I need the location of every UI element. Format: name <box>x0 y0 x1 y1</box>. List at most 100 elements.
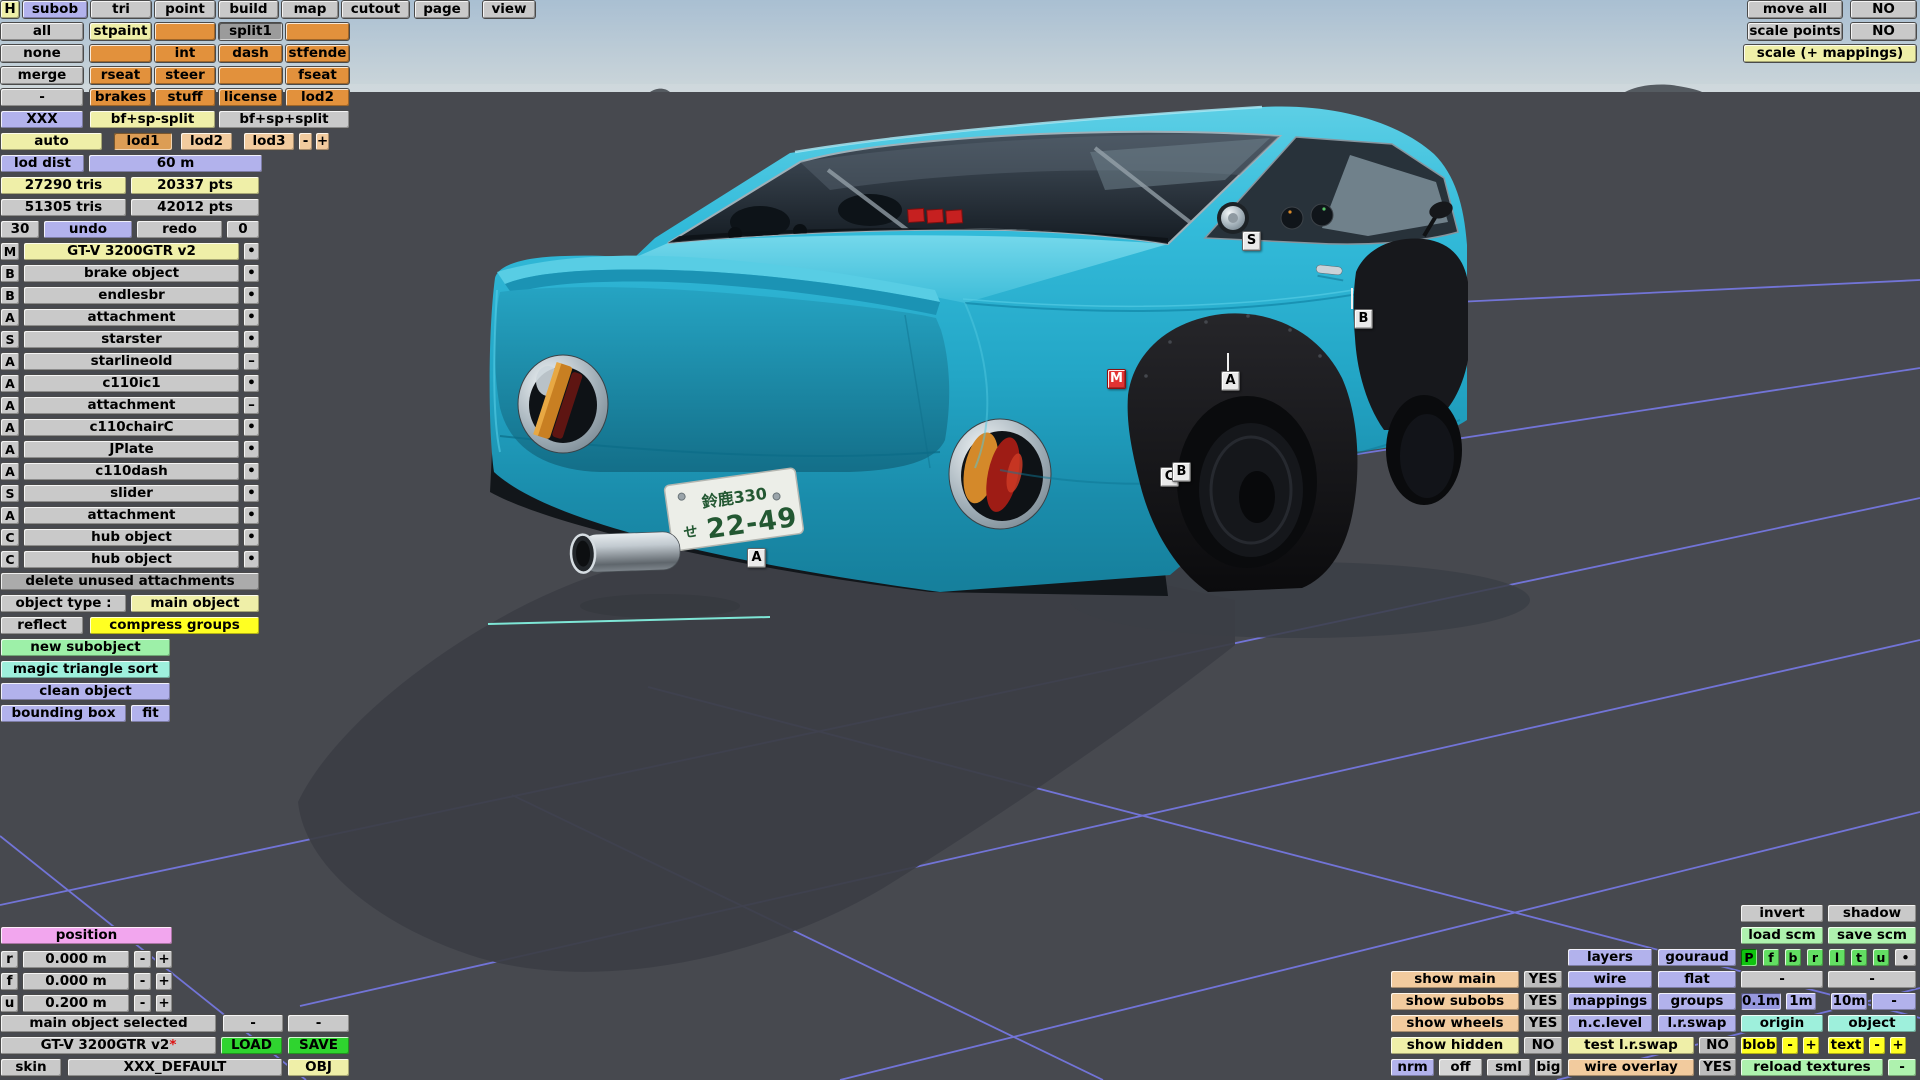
position-u-value[interactable]: 0.200 m <box>22 994 130 1013</box>
clean-object-button[interactable]: clean object <box>0 682 171 701</box>
magic-triangle-sort-button[interactable]: magic triangle sort <box>0 660 171 679</box>
marker-brake-object[interactable]: B <box>1354 309 1373 329</box>
scale-points-button[interactable]: scale points <box>1747 22 1843 41</box>
show-subobs-toggle[interactable]: YES <box>1523 992 1563 1011</box>
flat-button[interactable]: flat <box>1657 970 1737 989</box>
axis-toggle-p[interactable]: P <box>1740 948 1758 967</box>
group-license[interactable]: license <box>218 88 283 107</box>
menu-item-page[interactable]: page <box>414 0 470 19</box>
blob-plus-button[interactable]: + <box>1802 1036 1820 1055</box>
nrm-big-button[interactable]: big <box>1534 1058 1563 1077</box>
object-type-badge[interactable]: A <box>0 374 20 393</box>
position-f-minus[interactable]: - <box>133 972 152 991</box>
group-empty[interactable] <box>154 22 216 41</box>
lod-dist-value[interactable]: 60 m <box>88 154 263 173</box>
grid-scale-10m-button[interactable]: 10m <box>1830 992 1868 1011</box>
move-all-button[interactable]: move all <box>1747 0 1843 19</box>
skin-label[interactable]: skin <box>0 1058 62 1077</box>
marker-attachment[interactable]: A <box>1221 371 1240 391</box>
group-int[interactable]: int <box>154 44 216 63</box>
position-r-plus[interactable]: + <box>155 950 173 969</box>
delete-unused-attachments-button[interactable]: delete unused attachments <box>0 572 260 591</box>
group-fseat[interactable]: fseat <box>285 66 350 85</box>
reload-textures-minus-button[interactable]: - <box>1887 1058 1917 1077</box>
lod1-button[interactable]: lod1 <box>113 132 173 151</box>
axis-toggle-t[interactable]: t <box>1850 948 1868 967</box>
load-button[interactable]: LOAD <box>220 1036 283 1055</box>
object-type-value[interactable]: main object <box>130 594 260 613</box>
text-minus-button[interactable]: - <box>1868 1036 1886 1055</box>
object-type-badge[interactable]: S <box>0 484 20 503</box>
object-visibility-toggle[interactable]: • <box>243 528 260 547</box>
save-button[interactable]: SAVE <box>287 1036 350 1055</box>
bf-sp-minus-split-button[interactable]: bf+sp-split <box>89 110 216 129</box>
nrm-off-button[interactable]: off <box>1438 1058 1483 1077</box>
menu-item-tri[interactable]: tri <box>90 0 152 19</box>
object-visibility-toggle[interactable]: • <box>243 286 260 305</box>
object-type-badge[interactable]: A <box>0 440 20 459</box>
menu-item-cutout[interactable]: cutout <box>341 0 410 19</box>
object-visibility-toggle[interactable]: • <box>243 506 260 525</box>
group-split1[interactable]: split1 <box>218 22 283 41</box>
axis-toggle-dot[interactable]: • <box>1894 948 1917 967</box>
position-u-minus[interactable]: - <box>133 994 152 1013</box>
undo-button[interactable]: undo <box>43 220 133 239</box>
object-row[interactable]: brake object <box>23 264 240 283</box>
object-type-badge[interactable]: A <box>0 396 20 415</box>
model-name-field[interactable]: GT-V 3200GTR v2* <box>0 1036 217 1055</box>
object-row[interactable]: JPlate <box>23 440 240 459</box>
nrm-sml-button[interactable]: sml <box>1486 1058 1531 1077</box>
object-row[interactable]: attachment <box>23 308 240 327</box>
object-visibility-toggle[interactable]: • <box>243 330 260 349</box>
axis-toggle-l[interactable]: l <box>1828 948 1846 967</box>
group-brakes[interactable]: brakes <box>89 88 152 107</box>
group-empty[interactable] <box>89 44 152 63</box>
position-panel-header[interactable]: position <box>0 926 173 945</box>
bounding-box-fit-button[interactable]: fit <box>130 704 171 723</box>
menu-item-h[interactable]: H <box>0 0 20 19</box>
object-type-badge[interactable]: A <box>0 462 20 481</box>
reload-textures-button[interactable]: reload textures <box>1740 1058 1884 1077</box>
lod-dist-label[interactable]: lod dist <box>0 154 85 173</box>
lr-swap-button[interactable]: l.r.swap <box>1657 1014 1737 1033</box>
group-stuff[interactable]: stuff <box>154 88 216 107</box>
object-row-main[interactable]: GT-V 3200GTR v2 <box>23 242 240 261</box>
shadow-button[interactable]: shadow <box>1827 904 1917 923</box>
wire-button[interactable]: wire <box>1567 970 1653 989</box>
origin-button[interactable]: origin <box>1740 1014 1824 1033</box>
mappings-button[interactable]: mappings <box>1567 992 1653 1011</box>
object-row[interactable]: starster <box>23 330 240 349</box>
position-r-value[interactable]: 0.000 m <box>22 950 130 969</box>
group-empty[interactable] <box>285 22 350 41</box>
object-visibility-toggle[interactable]: • <box>243 462 260 481</box>
axis-toggle-b[interactable]: b <box>1784 948 1802 967</box>
object-type-badge[interactable]: C <box>0 550 20 569</box>
object-type-badge[interactable]: C <box>0 528 20 547</box>
object-type-badge[interactable]: M <box>0 242 20 261</box>
object-type-badge[interactable]: A <box>0 352 20 371</box>
object-type-badge[interactable]: S <box>0 330 20 349</box>
xxx-button[interactable]: XXX <box>0 110 84 129</box>
object-row[interactable]: slider <box>23 484 240 503</box>
object-row[interactable]: hub object <box>23 550 240 569</box>
blob-minus-button[interactable]: - <box>1781 1036 1799 1055</box>
object-row[interactable]: attachment <box>23 396 240 415</box>
lod3-button[interactable]: lod3 <box>243 132 295 151</box>
redo-button[interactable]: redo <box>136 220 223 239</box>
object-row[interactable]: endlesbr <box>23 286 240 305</box>
show-wheels-button[interactable]: show wheels <box>1390 1014 1520 1033</box>
compress-groups-button[interactable]: compress groups <box>89 616 260 635</box>
object-visibility-toggle[interactable]: • <box>243 484 260 503</box>
object-row[interactable]: starlineold <box>23 352 240 371</box>
object-visibility-toggle[interactable]: • <box>243 440 260 459</box>
position-f-value[interactable]: 0.000 m <box>22 972 130 991</box>
show-main-toggle[interactable]: YES <box>1523 970 1563 989</box>
load-scm-button[interactable]: load scm <box>1740 926 1824 945</box>
axis-toggle-r[interactable]: r <box>1806 948 1824 967</box>
position-f-plus[interactable]: + <box>155 972 173 991</box>
lod-plus-button[interactable]: + <box>315 132 330 151</box>
group-steer[interactable]: steer <box>154 66 216 85</box>
lod2-button[interactable]: lod2 <box>180 132 233 151</box>
object-type-badge[interactable]: A <box>0 506 20 525</box>
object-visibility-toggle[interactable]: • <box>243 264 260 283</box>
